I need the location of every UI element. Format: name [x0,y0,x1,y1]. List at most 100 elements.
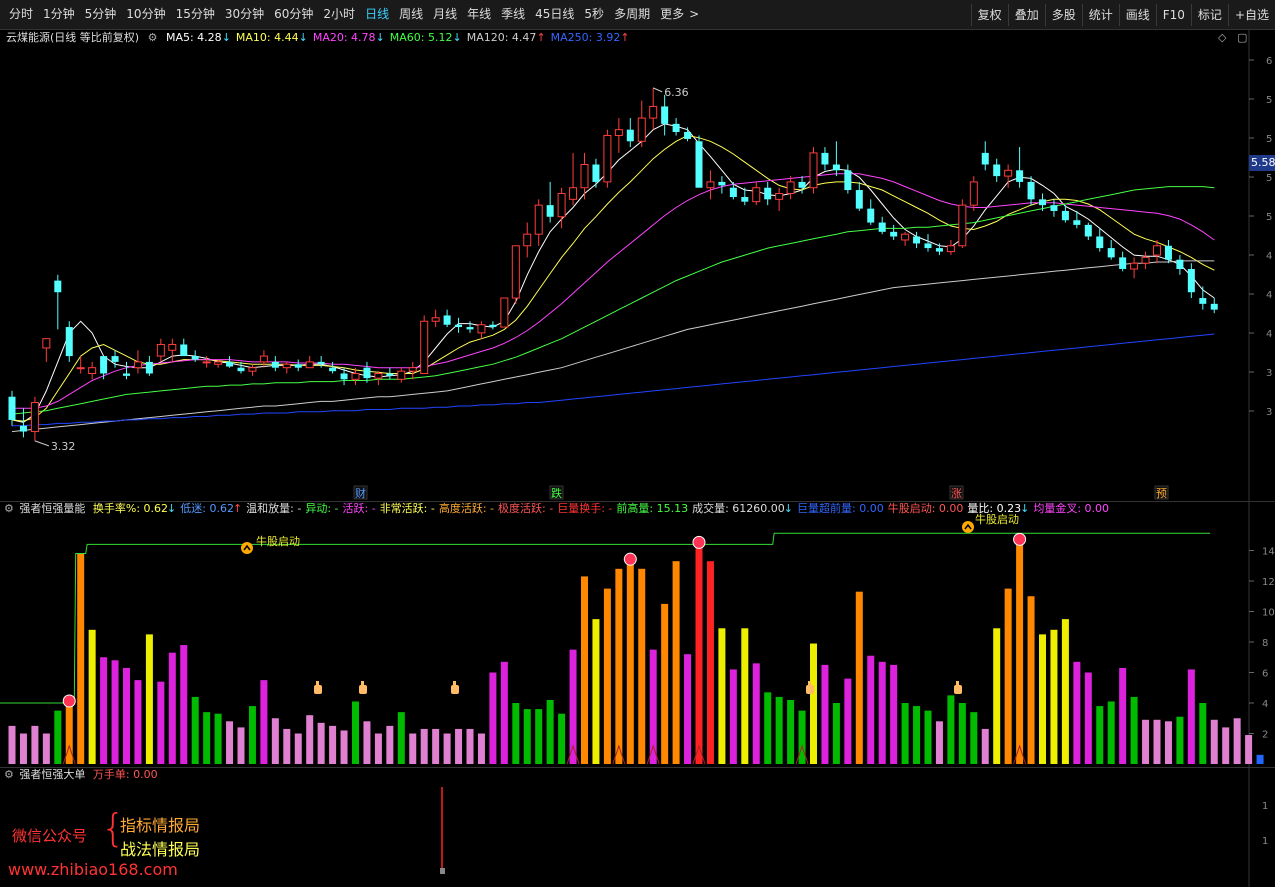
volume-bar [947,695,955,764]
indicator-value: 高度活跃: - [438,502,495,515]
watermark-wechat: 微信公众号 [12,827,88,845]
period-tab[interactable]: 2小时 [318,0,360,29]
hand-pointer-finger [453,681,456,687]
indicator-gear-icon[interactable]: ⚙ [4,502,14,515]
price-axis-tick: 5 [1266,212,1272,223]
volume-bar [924,710,932,764]
candle-body [1119,257,1127,269]
candle-body [706,181,715,189]
toolbar-button[interactable]: 标记 [1190,3,1228,26]
watermark-url: www.zhibiao168.com [8,860,178,879]
candle-body [958,204,967,247]
period-tab[interactable]: 年线 [462,0,496,29]
candle-body [844,170,852,191]
candle-body [1176,259,1184,269]
toolbar-button[interactable]: 复权 [970,3,1008,26]
signal-ball-icon [62,694,76,708]
candle-body [729,187,737,198]
period-tab[interactable]: 更多 [655,0,689,29]
chart-canvas[interactable]: 6 5 5 5 5 4 4 4 3 3 6.36 3.32 财 跌 涨 预 14 12 10 8 6 4 2 牛股启动 牛股启动… [0,0,1275,887]
candle-body [156,343,165,357]
volume-bar [535,709,543,764]
price-axis-tick: 3 [1266,368,1272,379]
indicator-value: 万手单: 0.00 [92,768,158,781]
volume-bar [386,725,394,764]
maximize-icon[interactable]: ▢ [1237,30,1247,46]
period-tab[interactable]: 月线 [428,0,462,29]
trend-arrow-icon: ↓ [375,31,385,44]
candle-body [1073,220,1081,225]
volume-bar [775,696,783,764]
candle-body [214,361,223,365]
event-marker-2: 涨 [951,487,962,500]
diamond-icon[interactable]: ◇ [1218,30,1226,46]
period-tab[interactable]: 30分钟 [220,0,269,29]
high-pointer [652,87,663,93]
volume-bar [729,669,737,764]
period-tab[interactable]: 60分钟 [269,0,318,29]
candle-body [695,141,703,188]
candle-body [603,134,612,183]
more-chevron-icon[interactable]: > [689,0,704,29]
volume-indicator-title: 强者恒强量能 [19,502,86,515]
candle-body [466,327,474,330]
candle-body [317,361,325,365]
period-tab[interactable]: 分时 [4,0,38,29]
candle-body [191,356,199,360]
period-tab[interactable]: 多周期 [609,0,655,29]
volume-bar [546,699,554,764]
candle-body [1096,236,1104,249]
candle-body [946,245,955,253]
candle-body [684,131,692,139]
candle-body [557,193,566,218]
period-tab[interactable]: 15分钟 [171,0,220,29]
candle-body [54,280,62,293]
volume-bar [271,718,279,764]
volume-bar [260,680,268,764]
toolbar-button[interactable]: 统计 [1081,3,1119,26]
candle-body [1016,170,1024,182]
toolbar-button[interactable]: +自选 [1227,3,1275,26]
volume-bar [203,712,211,764]
toolbar-button[interactable]: 画线 [1118,3,1156,26]
volume-bar [237,727,245,764]
ma-line-ma10 [11,134,1215,422]
price-axis-tick: 4 [1266,290,1272,301]
indicator-value: MA250: 3.92 [550,31,621,44]
volume-bar [1142,719,1150,764]
volume-bar [54,710,62,764]
period-tab[interactable]: 5秒 [579,0,609,29]
candle-body [271,361,279,368]
volume-axis-tick: 2 [1262,730,1268,741]
candle-body [1084,224,1092,237]
candle-body [489,324,497,328]
volume-bar [352,701,359,764]
candle-body [282,363,291,369]
low-pointer [34,440,50,447]
indicator-gear-icon[interactable]: ⚙ [4,768,14,781]
period-tab[interactable]: 日线 [360,0,394,29]
volume-bar [157,681,165,764]
toolbar-button[interactable]: F10 [1155,3,1191,26]
toolbar-button[interactable]: 叠加 [1007,3,1045,26]
volume-bar [810,643,817,764]
watermark-line1: 指标情报局 [120,816,201,835]
current-price-tag: 5.58 [1249,155,1275,171]
period-tab[interactable]: 周线 [394,0,428,29]
candle-body [924,243,932,249]
candle-body [798,181,806,188]
candle-body [65,327,73,357]
toolbar-button[interactable]: 多股 [1044,3,1082,26]
panel-divider [0,767,1275,768]
volume-bar [1187,669,1195,764]
period-tab[interactable]: 5分钟 [80,0,122,29]
period-tab[interactable]: 季线 [496,0,530,29]
period-tab[interactable]: 10分钟 [121,0,170,29]
candle-body [408,367,417,372]
period-tab[interactable]: 1分钟 [38,0,80,29]
volume-bar [409,733,417,764]
indicator-value: 量比: 0.23 [967,502,1022,515]
indicator-settings-icon[interactable]: ⚙ [148,31,158,44]
period-tab[interactable]: 45日线 [530,0,579,29]
candle-body [30,402,39,433]
